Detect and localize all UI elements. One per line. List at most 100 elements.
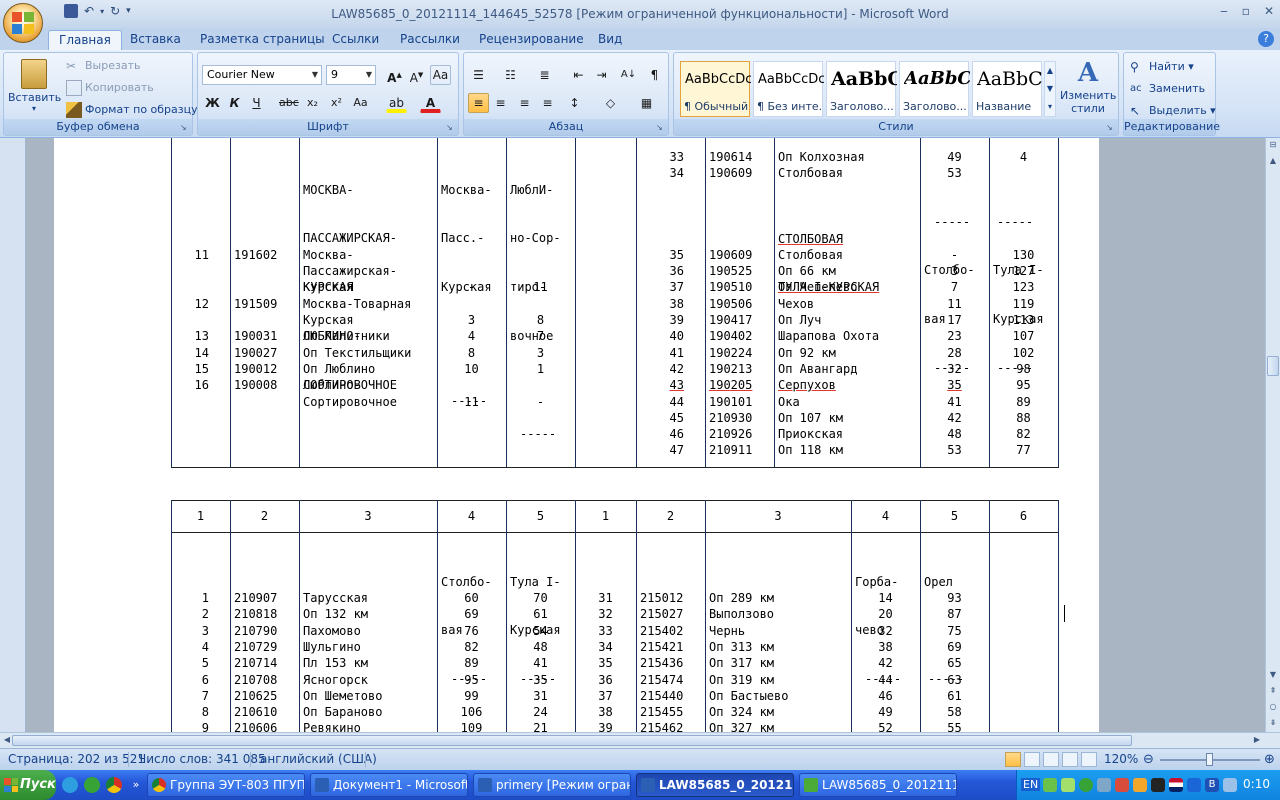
paste-button[interactable]: Вставить ▾ <box>8 57 61 115</box>
more-quicklaunch-icon[interactable]: » <box>128 777 144 793</box>
language-indicator[interactable]: EN <box>1021 778 1041 791</box>
language-indicator[interactable]: английский (США) <box>260 752 377 766</box>
bold-button[interactable]: Ж <box>202 93 223 113</box>
word-count[interactable]: Число слов: 341 085 <box>138 752 266 766</box>
zoom-slider-thumb[interactable] <box>1206 753 1213 766</box>
highlight-button[interactable]: ab <box>386 93 407 113</box>
network-icon[interactable] <box>1187 778 1201 792</box>
help-icon[interactable]: ? <box>1258 31 1274 47</box>
sort-button[interactable]: A↓ <box>618 65 639 85</box>
justify-button[interactable]: ≡ <box>537 93 558 113</box>
bullets-button[interactable]: ☰ <box>468 65 489 85</box>
shrink-font-button[interactable]: A▼ <box>406 65 427 85</box>
next-page-icon[interactable]: ⇟ <box>1266 716 1280 730</box>
subscript-button[interactable]: x₂ <box>302 93 323 113</box>
find-button[interactable]: ⚲ Найти ▾ <box>1130 59 1194 75</box>
web-layout-view-icon[interactable] <box>1043 752 1059 767</box>
undo-icon[interactable]: ↶ <box>84 4 94 18</box>
print-layout-view-icon[interactable] <box>1005 752 1021 767</box>
italic-button[interactable]: К <box>224 93 245 113</box>
change-styles-button[interactable]: A Изменить стили <box>1060 57 1116 115</box>
scroll-up-icon[interactable]: ▲ <box>1266 154 1280 168</box>
chrome-icon[interactable] <box>106 777 122 793</box>
replace-button[interactable]: ac Заменить <box>1130 81 1205 97</box>
utorrent-tray-icon[interactable] <box>1079 778 1093 792</box>
close-button[interactable]: ✕ <box>1264 4 1274 18</box>
tab-home[interactable]: Главная <box>48 30 122 50</box>
font-color-button[interactable]: A <box>420 93 441 113</box>
tray-icon[interactable] <box>1133 778 1147 792</box>
tray-icon[interactable] <box>1115 778 1129 792</box>
office-button[interactable] <box>3 3 43 43</box>
zoom-out-icon[interactable]: ⊖ <box>1143 752 1154 767</box>
align-left-button[interactable]: ≡ <box>468 93 489 113</box>
scroll-right-icon[interactable]: ▶ <box>1250 733 1264 747</box>
strikethrough-button[interactable]: abc <box>278 93 299 113</box>
copy-button[interactable]: Копировать <box>66 80 154 96</box>
underline-button[interactable]: Ч <box>246 93 267 113</box>
zoom-level[interactable]: 120% <box>1104 752 1138 766</box>
tab-insert[interactable]: Вставка <box>120 30 191 50</box>
maximize-button[interactable]: ▫ <box>1242 4 1250 18</box>
task-law-file[interactable]: LAW85685_0_20121114... <box>799 773 957 797</box>
task-word-law-active[interactable]: LAW85685_0_201211... <box>636 773 794 797</box>
styles-launcher-icon[interactable]: ↘ <box>1106 123 1116 133</box>
numbering-button[interactable]: ☷ <box>500 65 521 85</box>
cut-button[interactable]: ✂ Вырезать <box>66 58 140 74</box>
multilevel-list-button[interactable]: ≣ <box>534 65 555 85</box>
flag-icon[interactable] <box>1169 778 1183 792</box>
browse-object-icon[interactable]: ○ <box>1266 700 1280 714</box>
align-center-button[interactable]: ≡ <box>490 93 511 113</box>
font-name-combo[interactable]: Courier New ▼ <box>202 65 322 85</box>
style-normal[interactable]: AaBbCcDc ¶ Обычный <box>680 61 751 117</box>
style-heading1[interactable]: AaBbC Заголово... <box>826 61 897 117</box>
select-button[interactable]: ↖ Выделить ▾ <box>1130 103 1216 119</box>
task-word-doc1[interactable]: Документ1 - Microsoft ... <box>310 773 468 797</box>
horizontal-scrollbar[interactable]: ◀ ▶ <box>0 732 1280 748</box>
page-indicator[interactable]: Страница: 202 из 521 <box>8 752 145 766</box>
tray-icon[interactable] <box>1061 778 1075 792</box>
tray-icon[interactable]: B <box>1205 778 1219 792</box>
styles-scroll-buttons[interactable]: ▲ ▼ ▾ <box>1044 61 1056 117</box>
start-button[interactable]: Пуск <box>0 770 56 800</box>
qat-customize-icon[interactable]: ▾ <box>126 6 131 16</box>
tray-icon[interactable] <box>1097 778 1111 792</box>
task-chrome[interactable]: Группа ЭУТ-803 ПГУПС... <box>147 773 305 797</box>
utorrent-icon[interactable] <box>84 777 100 793</box>
redo-icon[interactable]: ↻ <box>110 4 120 18</box>
show-marks-button[interactable]: ¶ <box>644 65 665 85</box>
horizontal-scroll-thumb[interactable] <box>12 735 1132 746</box>
full-screen-reading-view-icon[interactable] <box>1024 752 1040 767</box>
decrease-indent-button[interactable]: ⇤ <box>568 65 589 85</box>
skype-icon[interactable] <box>62 777 78 793</box>
minimize-button[interactable]: ‒ <box>1220 4 1228 18</box>
tab-references[interactable]: Ссылки <box>322 30 389 50</box>
font-size-combo[interactable]: 9 ▼ <box>326 65 376 85</box>
task-word-primery[interactable]: primery [Режим огранич... <box>473 773 631 797</box>
ruler-toggle-icon[interactable]: ⊟ <box>1266 138 1280 152</box>
tab-view[interactable]: Вид <box>588 30 632 50</box>
tab-mailings[interactable]: Рассылки <box>390 30 470 50</box>
tab-review[interactable]: Рецензирование <box>469 30 594 50</box>
scroll-thumb[interactable] <box>1267 356 1279 376</box>
previous-page-icon[interactable]: ⇞ <box>1266 684 1280 698</box>
paragraph-launcher-icon[interactable]: ↘ <box>656 123 666 133</box>
superscript-button[interactable]: x² <box>326 93 347 113</box>
tab-page-layout[interactable]: Разметка страницы <box>190 30 335 50</box>
document-page[interactable]: МОСКВА- ПАССАЖИРСКАЯ- КУРСКАЯ ЛЮБЛИНО- С… <box>54 138 1099 732</box>
style-no-spacing[interactable]: AaBbCcDc ¶ Без инте... <box>753 61 824 117</box>
style-title[interactable]: AaBbC Название <box>972 61 1043 117</box>
scroll-down-icon[interactable]: ▼ <box>1266 668 1280 682</box>
zoom-in-icon[interactable]: ⊕ <box>1264 752 1275 767</box>
vertical-scrollbar[interactable]: ⊟ ▲ ▼ ⇞ ○ ⇟ <box>1265 138 1280 732</box>
font-launcher-icon[interactable]: ↘ <box>446 123 456 133</box>
save-icon[interactable] <box>64 4 78 18</box>
borders-button[interactable]: ▦ <box>636 93 657 113</box>
shading-button[interactable]: ◇ <box>600 93 621 113</box>
draft-view-icon[interactable] <box>1081 752 1097 767</box>
increase-indent-button[interactable]: ⇥ <box>591 65 612 85</box>
tray-icon[interactable] <box>1043 778 1057 792</box>
format-painter-button[interactable]: Формат по образцу <box>66 102 198 118</box>
align-right-button[interactable]: ≡ <box>514 93 535 113</box>
style-heading2[interactable]: AaBbCc Заголово... <box>899 61 970 117</box>
